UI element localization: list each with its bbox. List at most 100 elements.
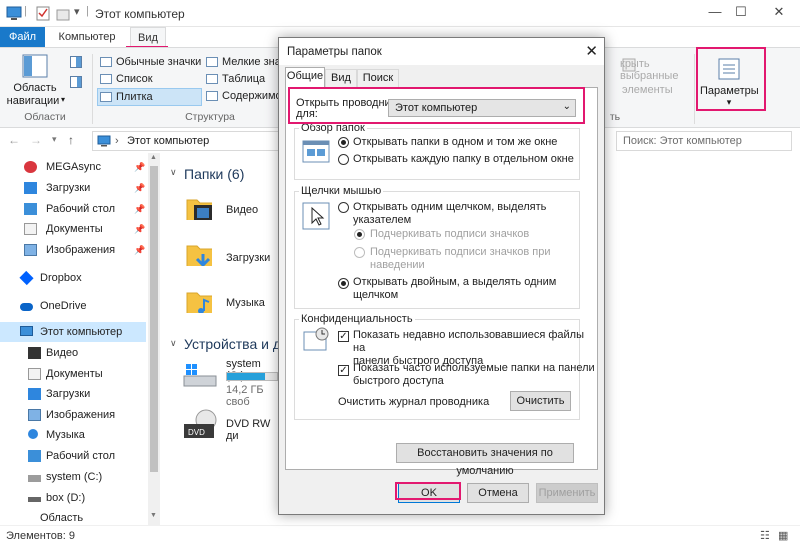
nav-scrollbar-thumb[interactable] — [150, 166, 158, 472]
drive-icon — [28, 475, 41, 482]
small-icons-option[interactable]: Мелкие зна — [204, 54, 281, 70]
browse-folders-icon — [302, 140, 330, 163]
chevron-down-icon[interactable]: ∨ — [170, 338, 177, 349]
nav-item-label: Изображения — [46, 409, 116, 421]
nav-item-onedrive[interactable]: OneDrive — [0, 296, 146, 316]
large-icons-option[interactable]: Обычные значки — [98, 54, 202, 70]
browse-same-window-label[interactable]: Открывать папки в одном и том же окне — [353, 136, 557, 149]
details-view-icon[interactable]: ☷ — [760, 529, 770, 542]
large-icons-view-icon[interactable]: ▦ — [778, 529, 788, 542]
tab-view[interactable]: Вид — [325, 69, 357, 87]
minimize-button[interactable]: — — [702, 4, 728, 22]
nav-item-pictures[interactable]: Изображения 📌 — [0, 240, 146, 260]
group-label-show: ть — [609, 111, 621, 123]
chevron-down-icon[interactable]: ∨ — [170, 167, 177, 178]
chevron-down-icon[interactable]: ▾ — [52, 134, 57, 145]
nav-item-pictures[interactable]: Изображения — [0, 405, 146, 425]
pin-icon: 📌 — [134, 204, 146, 214]
tiles-option[interactable]: Плитка — [97, 88, 202, 106]
section-header-folders[interactable]: Папки (6) — [184, 166, 244, 182]
drive-item-dvd[interactable]: DVD DVD RW ди — [182, 408, 278, 446]
customize-toolbar-icon[interactable]: ▾ — [74, 5, 80, 20]
folder-item-videos[interactable]: Видео — [186, 194, 276, 228]
frequent-folders-checkbox[interactable]: ✓ — [338, 365, 349, 376]
table-label: Таблица — [222, 73, 266, 85]
list-option[interactable]: Список — [98, 71, 202, 87]
pin-icon: 📌 — [134, 162, 146, 172]
browse-new-window-radio[interactable] — [338, 154, 349, 165]
large-icons-icon — [100, 57, 112, 67]
maximize-button[interactable]: ☐ — [728, 4, 754, 22]
frequent-folders-label-1: Показать часто используемые папки на пан… — [353, 362, 595, 374]
tab-computer[interactable]: Компьютер — [52, 27, 122, 47]
cancel-button[interactable]: Отмена — [467, 483, 529, 503]
tab-general[interactable]: Общие — [285, 67, 325, 88]
pictures-icon — [28, 409, 41, 421]
hide-selected-button[interactable]: крыть выбранные элементы — [620, 58, 692, 96]
underline-icons-radio[interactable] — [354, 229, 365, 240]
double-click-label[interactable]: Открывать двойным, а выделять одним щелчк… — [353, 276, 556, 302]
tiles-label: Плитка — [116, 91, 153, 103]
nav-item-label: Область — [40, 512, 84, 524]
preview-pane-icon[interactable] — [70, 56, 82, 68]
double-click-radio[interactable] — [338, 278, 349, 289]
scroll-down-icon[interactable]: ▼ — [150, 512, 157, 519]
restore-defaults-button[interactable]: Восстановить значения по умолчанию — [396, 443, 574, 477]
folder-item-music[interactable]: Музыка — [186, 287, 276, 323]
nav-item-dropbox[interactable]: Dropbox — [0, 268, 146, 288]
tab-file[interactable]: Файл — [0, 27, 45, 47]
dialog-title-bar: Параметры папок ✕ — [279, 38, 604, 65]
folder-item-downloads[interactable]: Загрузки — [186, 240, 276, 276]
nav-item-downloads[interactable]: Загрузки 📌 — [0, 178, 146, 198]
forward-arrow-icon[interactable]: → — [30, 133, 42, 147]
apply-button[interactable]: Применить — [536, 483, 598, 503]
nav-item-documents[interactable]: Документы — [0, 364, 146, 384]
nav-item-partial[interactable]: Область — [0, 512, 146, 524]
close-icon[interactable]: ✕ — [585, 42, 598, 60]
windows-drive-icon — [183, 364, 217, 387]
back-arrow-icon[interactable]: ← — [8, 133, 20, 147]
properties-icon[interactable] — [36, 6, 50, 21]
nav-item-downloads[interactable]: Загрузки — [0, 384, 146, 404]
nav-item-desktop[interactable]: Рабочий стол — [0, 446, 146, 466]
downloads-icon — [24, 182, 37, 194]
clear-history-button[interactable]: Очистить — [510, 391, 571, 411]
up-arrow-icon[interactable]: ↑ — [68, 133, 74, 147]
new-folder-icon[interactable] — [56, 6, 70, 21]
tab-search[interactable]: Поиск — [357, 69, 399, 87]
search-input[interactable]: Поиск: Этот компьютер — [616, 131, 792, 151]
nav-item-drive-d[interactable]: box (D:) — [0, 488, 146, 508]
underline-hover-label[interactable]: Подчеркивать подписи значков при наведени… — [370, 246, 551, 272]
nav-item-megasync[interactable]: MEGAsync 📌 — [0, 157, 146, 177]
drive-free-space: 14,2 ГБ своб — [226, 384, 264, 408]
nav-item-this-pc[interactable]: Этот компьютер — [0, 322, 146, 342]
nav-item-music[interactable]: Музыка — [0, 425, 146, 445]
table-option[interactable]: Таблица — [204, 71, 278, 87]
nav-item-desktop[interactable]: Рабочий стол 📌 — [0, 199, 146, 219]
nav-item-documents[interactable]: Документы 📌 — [0, 219, 146, 239]
single-click-label[interactable]: Открывать одним щелчком, выделять указате… — [353, 201, 546, 227]
downloads-folder-icon — [186, 245, 212, 266]
section-header-devices[interactable]: Устройства и ди — [184, 336, 289, 352]
frequent-folders-label[interactable]: Показать часто используемые папки на пан… — [353, 362, 595, 388]
recent-files-checkbox[interactable]: ✓ — [338, 331, 349, 342]
tab-view[interactable]: Вид — [130, 27, 166, 47]
browse-same-window-radio[interactable] — [338, 137, 349, 148]
single-click-radio[interactable] — [338, 202, 349, 213]
details-pane-icon[interactable] — [70, 76, 82, 88]
navigation-pane-button[interactable]: Область навигации ▾ — [4, 52, 66, 108]
drive-item-c[interactable]: system (C:) 14,2 ГБ своб — [182, 356, 278, 408]
list-label: Список — [116, 73, 153, 85]
content-option[interactable]: Содержимо — [204, 88, 282, 104]
browse-new-window-label[interactable]: Открывать каждую папку в отдельном окне — [353, 153, 574, 166]
scroll-up-icon[interactable]: ▲ — [150, 154, 157, 161]
breadcrumb[interactable]: Этот компьютер — [127, 135, 209, 147]
nav-item-label: Изображения — [46, 244, 116, 256]
folder-label: Загрузки — [226, 252, 271, 264]
nav-item-drive-c[interactable]: system (C:) — [0, 467, 146, 487]
group-label-areas: Области — [24, 111, 66, 123]
underline-icons-label[interactable]: Подчеркивать подписи значков — [370, 228, 529, 241]
nav-item-videos[interactable]: Видео — [0, 343, 146, 363]
underline-hover-radio[interactable] — [354, 247, 365, 258]
close-button[interactable]: ✕ — [766, 4, 792, 22]
